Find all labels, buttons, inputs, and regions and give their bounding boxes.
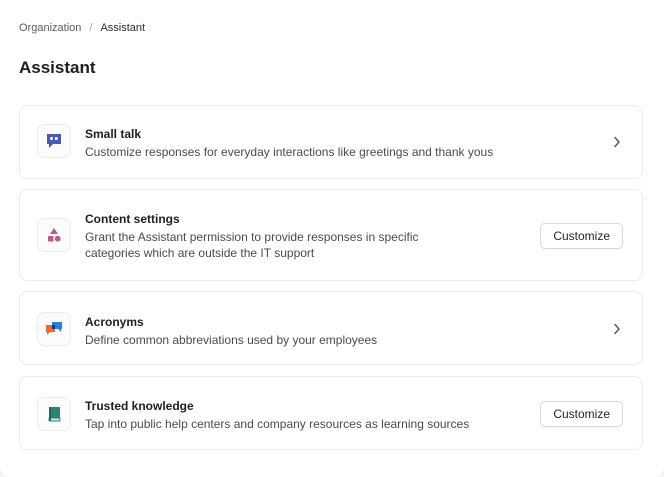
breadcrumb-current: Assistant bbox=[100, 22, 146, 34]
customize-button[interactable]: Customize bbox=[540, 223, 623, 249]
page-title: Assistant bbox=[19, 58, 96, 77]
chevron-right-icon[interactable] bbox=[610, 135, 624, 149]
chat-bubbles-icon bbox=[37, 312, 71, 346]
quote-bubble-icon bbox=[37, 124, 71, 158]
assistant-page: Organization / Assistant Assistant Small… bbox=[0, 0, 664, 477]
card-content-settings: Content settings Grant the Assistant per… bbox=[19, 189, 643, 281]
card-title: Acronyms bbox=[85, 315, 144, 329]
card-title: Trusted knowledge bbox=[85, 399, 194, 413]
card-description-line2: categories which are outside the IT supp… bbox=[85, 246, 315, 260]
shapes-icon bbox=[37, 218, 71, 252]
card-trusted-knowledge: Trusted knowledge Tap into public help c… bbox=[19, 376, 643, 450]
customize-button[interactable]: Customize bbox=[540, 401, 623, 427]
card-description: Customize responses for everyday interac… bbox=[85, 145, 494, 159]
card-description: Define common abbreviations used by your… bbox=[85, 333, 378, 347]
chevron-right-icon[interactable] bbox=[610, 322, 624, 336]
breadcrumb: Organization / Assistant bbox=[19, 22, 145, 34]
card-title: Content settings bbox=[85, 212, 180, 226]
breadcrumb-organization[interactable]: Organization bbox=[19, 22, 81, 34]
book-icon bbox=[37, 397, 71, 431]
card-small-talk[interactable]: Small talk Customize responses for every… bbox=[19, 105, 643, 179]
breadcrumb-separator: / bbox=[89, 22, 93, 34]
card-description-line1: Grant the Assistant permission to provid… bbox=[85, 230, 419, 244]
card-title: Small talk bbox=[85, 127, 142, 141]
card-description: Tap into public help centers and company… bbox=[85, 417, 470, 431]
card-acronyms[interactable]: Acronyms Define common abbreviations use… bbox=[19, 291, 643, 365]
